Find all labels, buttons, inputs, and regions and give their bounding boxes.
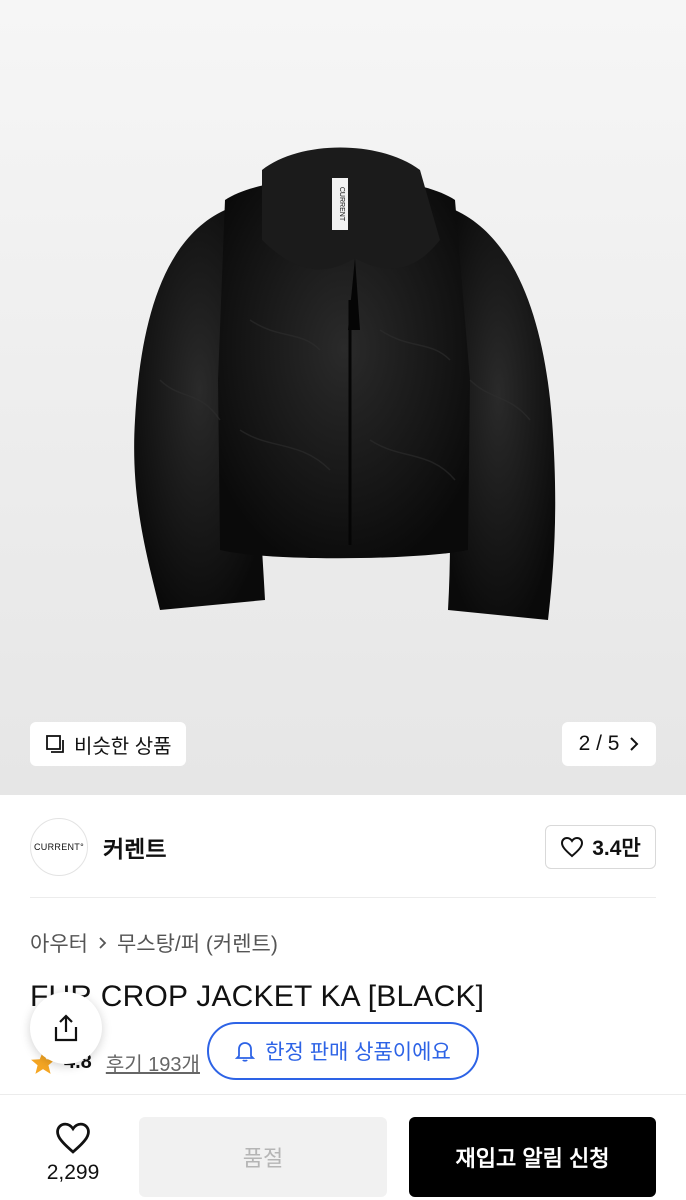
chevron-right-icon [630,737,639,751]
soldout-button: 품절 [139,1117,387,1197]
divider [30,897,656,898]
brand-row: CURRENT° 커렌트 3.4만 [30,818,656,876]
limited-sale-badge: 한정 판매 상품이에요 [207,1022,479,1080]
product-image-gallery[interactable]: CURRENT 비슷한 상품 2 / 5 [0,0,686,795]
brand-logo[interactable]: CURRENT° [30,818,88,876]
brand-name[interactable]: 커렌트 [103,830,166,864]
restock-alert-button[interactable]: 재입고 알림 신청 [409,1117,656,1197]
pager-text: 2 / 5 [578,732,620,755]
share-icon [54,1014,78,1042]
similar-icon [46,735,64,753]
jacket-tag: CURRENT [338,187,345,222]
brand-logo-text: CURRENT° [34,842,84,852]
brand-like-button[interactable]: 3.4만 [545,825,656,869]
wishlist-button[interactable]: 2,299 [30,1121,116,1185]
similar-products-button[interactable]: 비슷한 상품 [30,722,186,766]
wishlist-count: 2,299 [46,1161,100,1184]
breadcrumb-item-category[interactable]: 무스탕/퍼 (커렌트) [117,928,278,958]
product-title: FUR CROP JACKET KA [BLACK] [30,980,485,1013]
breadcrumb: 아우터 무스탕/퍼 (커렌트) [30,928,278,958]
heart-icon [561,836,584,858]
share-button[interactable] [30,992,102,1064]
heart-icon [56,1122,90,1154]
review-link[interactable]: 후기 193개 [106,1048,200,1077]
brand-like-count: 3.4만 [592,837,641,860]
breadcrumb-item-outer[interactable]: 아우터 [30,928,88,958]
bottom-action-bar: 2,299 품절 재입고 알림 신청 [0,1094,686,1200]
image-pager[interactable]: 2 / 5 [562,722,656,766]
bell-icon [235,1042,256,1062]
similar-products-label: 비슷한 상품 [74,735,172,758]
product-image: CURRENT [134,147,556,620]
limited-sale-label: 한정 판매 상품이에요 [265,1041,451,1064]
chevron-right-icon [99,937,107,949]
